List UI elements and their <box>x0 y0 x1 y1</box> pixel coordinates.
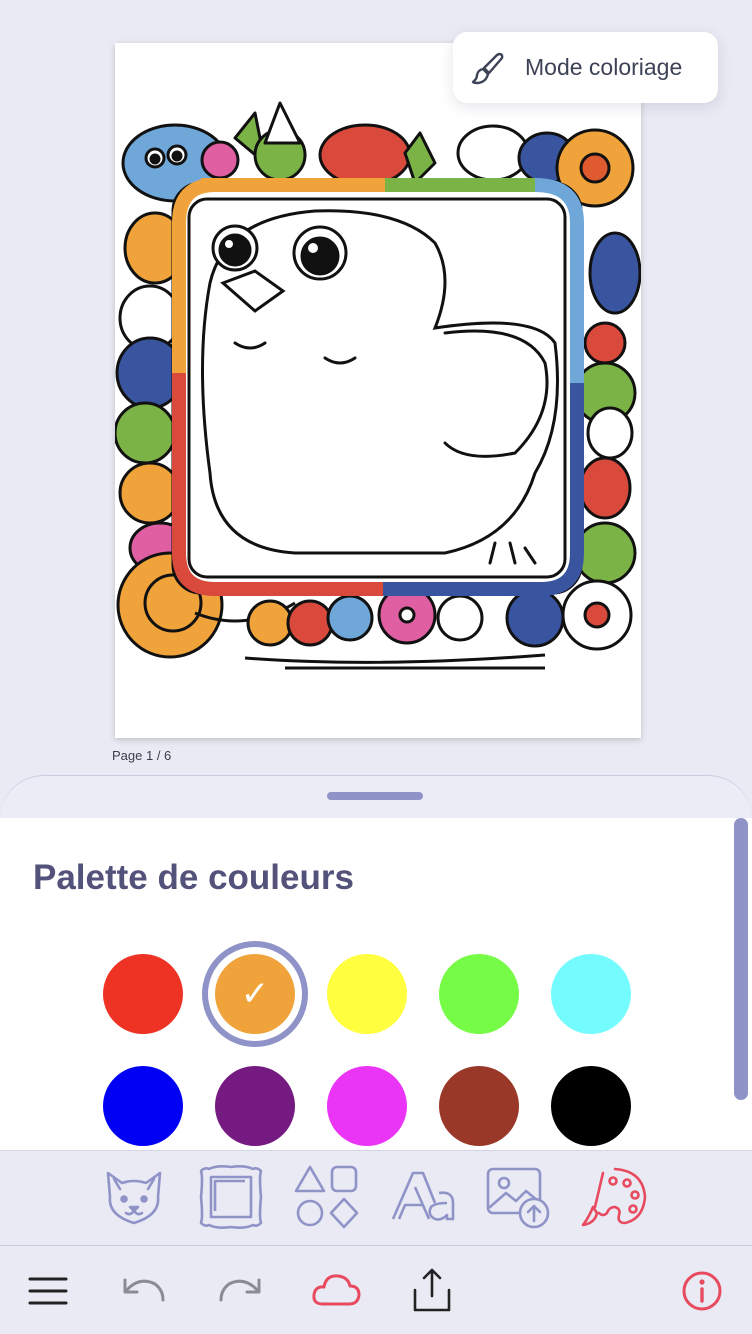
hamburger-icon <box>28 1277 68 1305</box>
coloring-illustration[interactable] <box>115 43 641 738</box>
cloud-save-button[interactable] <box>311 1266 361 1316</box>
image-upload-icon <box>486 1167 550 1229</box>
color-swatch-6[interactable] <box>103 1066 183 1146</box>
share-button[interactable] <box>407 1266 457 1316</box>
redo-icon <box>219 1278 261 1302</box>
sheet-drag-handle[interactable] <box>327 792 423 800</box>
text-tool-button[interactable] <box>391 1163 459 1231</box>
mode-coloring-label: Mode coloriage <box>525 54 683 80</box>
shapes-icon <box>294 1165 359 1229</box>
redo-button[interactable] <box>215 1266 265 1316</box>
color-swatch-4[interactable] <box>439 954 519 1034</box>
frames-tool-button[interactable] <box>197 1163 265 1231</box>
frame-icon <box>199 1165 263 1229</box>
color-swatch-8[interactable] <box>327 1066 407 1146</box>
panel-scrollbar[interactable] <box>734 818 748 1100</box>
color-swatch-3[interactable] <box>327 954 407 1034</box>
shapes-tool-button[interactable] <box>294 1163 362 1231</box>
animals-tool-button[interactable] <box>100 1163 168 1231</box>
mode-coloring-button[interactable]: Mode coloriage <box>453 32 718 103</box>
color-swatch-7[interactable] <box>215 1066 295 1146</box>
color-swatch-1[interactable] <box>103 954 183 1034</box>
undo-icon <box>123 1278 165 1302</box>
share-icon <box>413 1268 451 1312</box>
info-button[interactable] <box>677 1266 727 1316</box>
color-swatch-10[interactable] <box>551 1066 631 1146</box>
color-swatch-5[interactable] <box>551 954 631 1034</box>
image-upload-tool-button[interactable] <box>486 1163 554 1231</box>
color-swatch-2[interactable]: ✓ <box>215 954 295 1034</box>
info-icon <box>682 1271 722 1311</box>
bottom-nav-bar <box>0 1245 752 1334</box>
text-aa-icon <box>391 1171 455 1221</box>
palette-title: Palette de couleurs <box>33 858 354 897</box>
coloring-page[interactable] <box>115 43 641 738</box>
menu-button[interactable] <box>23 1266 73 1316</box>
cloud-icon <box>312 1274 361 1306</box>
brush-icon <box>471 52 504 84</box>
page-indicator: Page 1 / 6 <box>112 748 172 763</box>
fox-face-icon <box>106 1171 162 1225</box>
color-swatch-9[interactable] <box>439 1066 519 1146</box>
undo-button[interactable] <box>119 1266 169 1316</box>
palette-icon <box>581 1167 647 1227</box>
color-palette-tool-button[interactable] <box>581 1163 649 1231</box>
selected-check-icon: ✓ <box>240 974 270 1014</box>
